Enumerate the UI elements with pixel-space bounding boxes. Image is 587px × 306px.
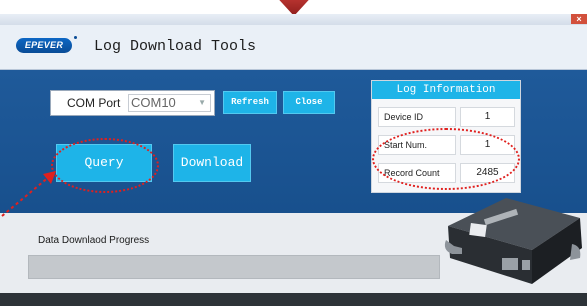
record-count-value: 2485 [460, 163, 515, 183]
log-information-panel: Log Information Device ID 1 Start Num. 1… [371, 80, 521, 193]
start-num-label: Start Num. [378, 135, 456, 155]
record-count-label: Record Count [378, 163, 456, 183]
log-information-title: Log Information [372, 81, 520, 99]
com-port-select[interactable]: COM10 ▼ [128, 94, 211, 112]
query-button[interactable]: Query [56, 144, 152, 182]
start-num-row: Start Num. 1 [378, 135, 515, 155]
epever-logo: EPEVER [16, 38, 72, 53]
start-num-value: 1 [460, 135, 515, 155]
refresh-button[interactable]: Refresh [223, 91, 277, 114]
download-button[interactable]: Download [173, 144, 251, 182]
logo-registered-mark [74, 36, 77, 39]
footer-bar [0, 293, 587, 306]
progress-label: Data Downlaod Progress [38, 235, 150, 246]
window-close-button[interactable]: × [571, 14, 587, 24]
device-id-value: 1 [460, 107, 515, 127]
app-title: Log Download Tools [94, 38, 257, 55]
app-header: EPEVER Log Download Tools [0, 25, 587, 70]
record-count-row: Record Count 2485 [378, 163, 515, 183]
window-title-bar [0, 14, 587, 25]
close-button[interactable]: Close [283, 91, 335, 114]
device-id-label: Device ID [378, 107, 456, 127]
com-port-group: COM Port COM10 ▼ [50, 90, 215, 116]
device-id-row: Device ID 1 [378, 107, 515, 127]
chevron-down-icon: ▼ [198, 98, 206, 107]
com-port-label: COM Port [67, 96, 121, 110]
logger-device-image [444, 198, 582, 284]
progress-bar [28, 255, 440, 279]
com-port-value: COM10 [131, 95, 176, 110]
